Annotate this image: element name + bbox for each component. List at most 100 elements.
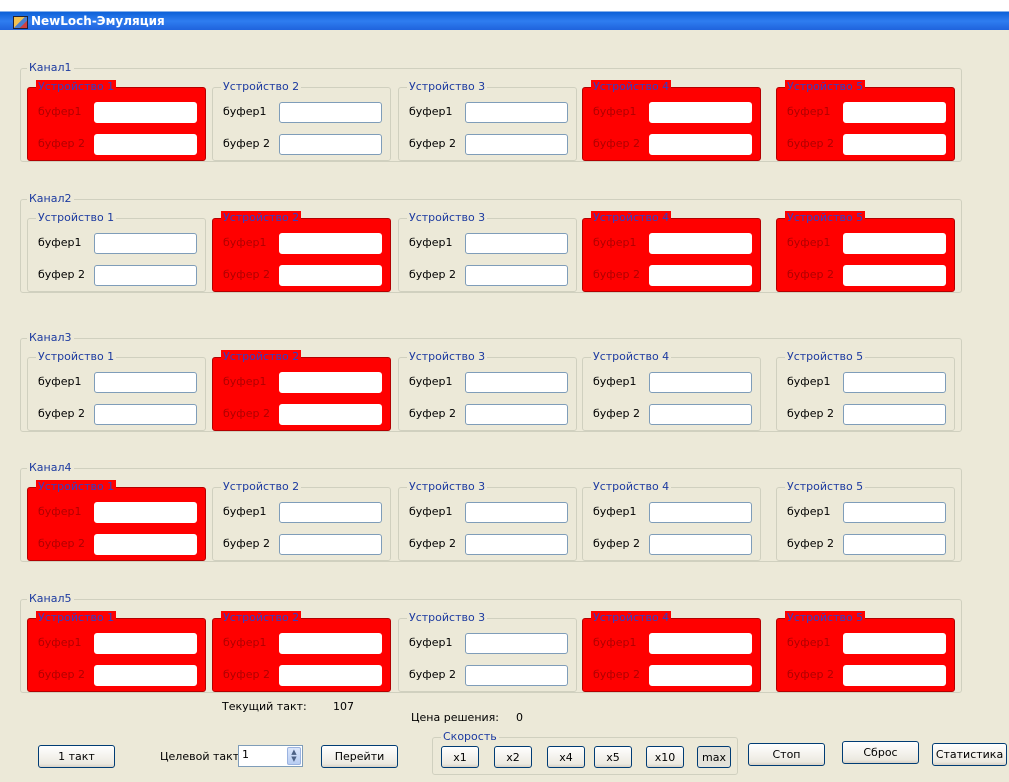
device-panel: Устройство 2 буфер1 буфер 2 xyxy=(212,211,391,292)
buffer-label: буфер 2 xyxy=(409,668,456,681)
step-button[interactable]: 1 такт xyxy=(38,745,115,768)
buffer-field[interactable] xyxy=(465,665,568,686)
buffer-field[interactable] xyxy=(279,534,382,555)
buffer-label: буфер 2 xyxy=(787,668,834,681)
cost-label: Цена решения: xyxy=(411,711,499,724)
buffer-field[interactable] xyxy=(279,633,382,654)
buffer-field[interactable] xyxy=(649,134,752,155)
buffer-field[interactable] xyxy=(94,102,197,123)
buffer-field[interactable] xyxy=(279,665,382,686)
device-panel: Устройство 4 буфер1 буфер 2 xyxy=(582,350,761,431)
speed-button-max[interactable]: max xyxy=(697,746,731,768)
buffer-field[interactable] xyxy=(279,265,382,286)
buffer-field[interactable] xyxy=(279,233,382,254)
speed-button-x1[interactable]: x1 xyxy=(441,746,479,768)
stop-button[interactable]: Стоп xyxy=(748,743,825,766)
device-label: Устройство 3 xyxy=(407,480,488,494)
device-panel: Устройство 2 буфер1 буфер 2 xyxy=(212,80,391,161)
device-panel: Устройство 2 буфер1 буфер 2 xyxy=(212,611,391,692)
buffer-field[interactable] xyxy=(465,502,568,523)
buffer-field[interactable] xyxy=(94,372,197,393)
buffer-label: буфер 2 xyxy=(409,137,456,150)
buffer-field[interactable] xyxy=(94,265,197,286)
device-label: Устройство 2 xyxy=(221,350,302,364)
speed-button-x5[interactable]: x5 xyxy=(594,746,632,768)
buffer-label: буфер 2 xyxy=(409,537,456,550)
buffer-field[interactable] xyxy=(94,502,197,523)
buffer-field[interactable] xyxy=(279,134,382,155)
buffer-field[interactable] xyxy=(843,534,946,555)
device-panel: Устройство 5 буфер1 буфер 2 xyxy=(776,611,955,692)
buffer-field[interactable] xyxy=(465,102,568,123)
buffer-label: буфер 2 xyxy=(409,268,456,281)
speed-button-x4[interactable]: x4 xyxy=(547,746,585,768)
device-label: Устройство 2 xyxy=(221,211,302,225)
buffer-field[interactable] xyxy=(649,372,752,393)
buffer-field[interactable] xyxy=(279,102,382,123)
buffer-label: буфер 2 xyxy=(38,407,85,420)
target-tick-label: Целевой такт xyxy=(160,750,240,763)
buffer-field[interactable] xyxy=(843,665,946,686)
buffer-field[interactable] xyxy=(649,265,752,286)
device-panel: Устройство 5 буфер1 буфер 2 xyxy=(776,80,955,161)
buffer-field[interactable] xyxy=(279,502,382,523)
go-button[interactable]: Перейти xyxy=(321,745,398,768)
buffer-field[interactable] xyxy=(843,102,946,123)
device-panel: Устройство 4 буфер1 буфер 2 xyxy=(582,480,761,561)
buffer-field[interactable] xyxy=(843,134,946,155)
buffer-field[interactable] xyxy=(649,665,752,686)
device-label: Устройство 4 xyxy=(591,211,672,225)
buffer-label: буфер1 xyxy=(409,105,453,118)
buffer-label: буфер1 xyxy=(593,236,637,249)
buffer-field[interactable] xyxy=(649,404,752,425)
buffer-label: буфер1 xyxy=(593,505,637,518)
buffer-field[interactable] xyxy=(649,502,752,523)
title-bar: NewLoch-Эмуляция xyxy=(0,0,1009,30)
device-label: Устройство 5 xyxy=(785,350,866,364)
target-tick-spinner[interactable]: ▲ ▼ xyxy=(287,747,301,765)
channel-label: Канал3 xyxy=(27,331,74,345)
buffer-field[interactable] xyxy=(465,134,568,155)
buffer-label: буфер1 xyxy=(223,636,267,649)
buffer-field[interactable] xyxy=(843,633,946,654)
buffer-field[interactable] xyxy=(94,134,197,155)
buffer-field[interactable] xyxy=(843,372,946,393)
buffer-field[interactable] xyxy=(94,534,197,555)
buffer-field[interactable] xyxy=(94,665,197,686)
buffer-field[interactable] xyxy=(649,233,752,254)
device-label: Устройство 2 xyxy=(221,80,302,94)
buffer-field[interactable] xyxy=(94,233,197,254)
buffer-field[interactable] xyxy=(843,502,946,523)
spinner-down-icon[interactable]: ▼ xyxy=(291,756,296,763)
buffer-label: буфер1 xyxy=(787,636,831,649)
buffer-field[interactable] xyxy=(279,372,382,393)
buffer-field[interactable] xyxy=(465,534,568,555)
buffer-field[interactable] xyxy=(843,265,946,286)
device-panel: Устройство 5 буфер1 буфер 2 xyxy=(776,480,955,561)
buffer-field[interactable] xyxy=(465,372,568,393)
buffer-label: буфер 2 xyxy=(38,137,85,150)
device-panel: Устройство 4 буфер1 буфер 2 xyxy=(582,611,761,692)
buffer-field[interactable] xyxy=(649,633,752,654)
device-label: Устройство 5 xyxy=(785,211,866,225)
buffer-field[interactable] xyxy=(649,534,752,555)
buffer-field[interactable] xyxy=(465,633,568,654)
buffer-label: буфер1 xyxy=(593,636,637,649)
buffer-field[interactable] xyxy=(94,404,197,425)
buffer-label: буфер1 xyxy=(38,505,82,518)
buffer-label: буфер 2 xyxy=(38,668,85,681)
buffer-label: буфер1 xyxy=(38,105,82,118)
reset-button[interactable]: Сброс xyxy=(842,741,919,764)
buffer-field[interactable] xyxy=(465,404,568,425)
buffer-field[interactable] xyxy=(465,233,568,254)
buffer-field[interactable] xyxy=(649,102,752,123)
buffer-label: буфер1 xyxy=(38,236,82,249)
speed-button-x10[interactable]: x10 xyxy=(646,746,684,768)
statistics-button[interactable]: Статистика xyxy=(932,743,1007,766)
buffer-field[interactable] xyxy=(465,265,568,286)
buffer-field[interactable] xyxy=(843,233,946,254)
buffer-field[interactable] xyxy=(94,633,197,654)
buffer-field[interactable] xyxy=(843,404,946,425)
speed-button-x2[interactable]: x2 xyxy=(494,746,532,768)
buffer-field[interactable] xyxy=(279,404,382,425)
